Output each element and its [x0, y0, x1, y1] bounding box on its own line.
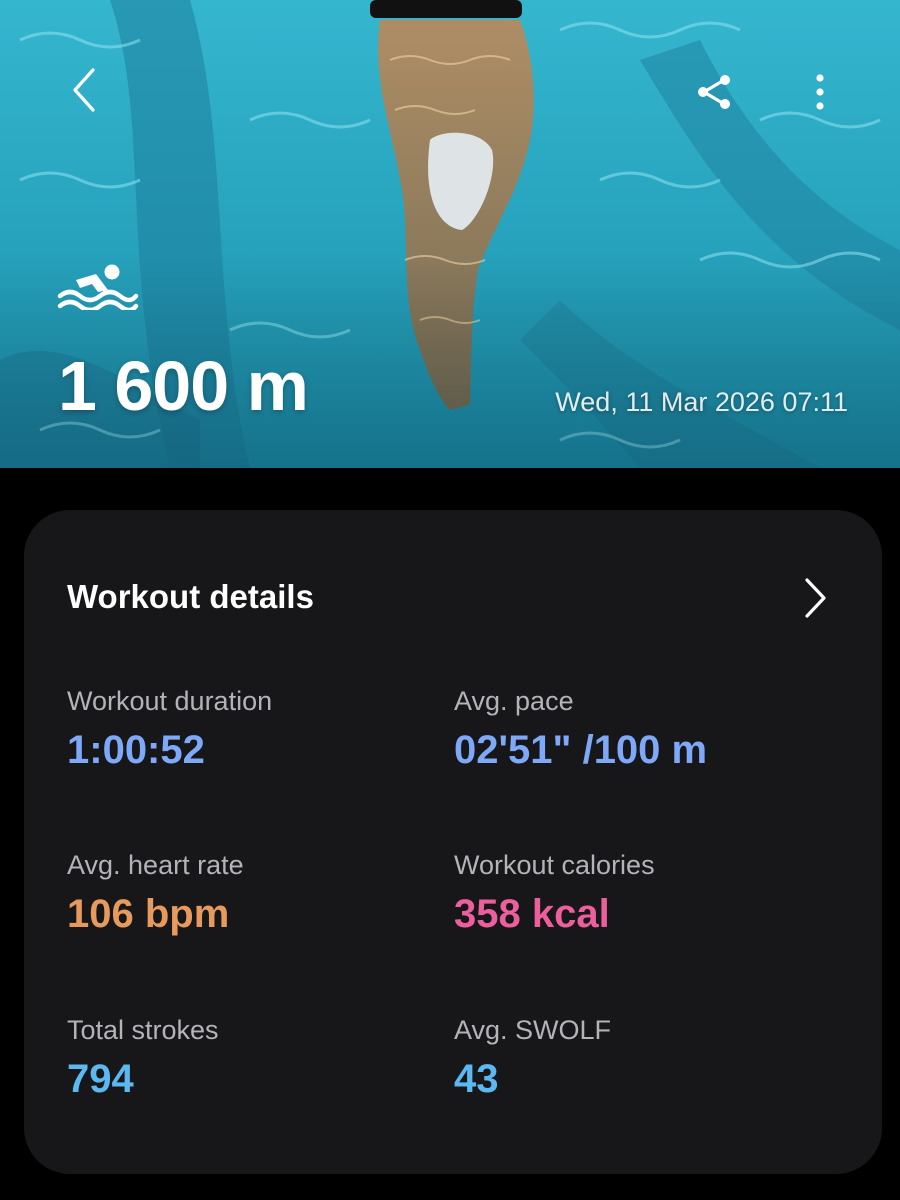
stat-value: 794	[67, 1057, 134, 1101]
stat-avg-swolf: Avg. SWOLF 43	[454, 1013, 834, 1103]
share-icon	[698, 75, 730, 109]
workout-details-header[interactable]: Workout details	[24, 562, 882, 632]
stat-label: Workout calories	[454, 850, 655, 880]
card-title: Workout details	[67, 578, 314, 615]
back-button[interactable]	[58, 62, 110, 118]
stat-label: Avg. heart rate	[67, 850, 244, 880]
stat-workout-calories: Workout calories 358 kcal	[454, 848, 834, 938]
bottom-system-area	[0, 1178, 900, 1200]
stat-label: Avg. SWOLF	[454, 1015, 612, 1045]
more-options-button[interactable]	[800, 66, 840, 118]
stat-total-strokes: Total strokes 794	[67, 1013, 447, 1103]
stat-label: Avg. pace	[454, 686, 574, 716]
stat-value: 1:00:52	[67, 728, 205, 772]
stat-value: 106 bpm	[67, 892, 230, 936]
stat-avg-pace: Avg. pace 02'51" /100 m	[454, 684, 834, 774]
stat-avg-heart-rate: Avg. heart rate 106 bpm	[67, 848, 447, 938]
chevron-right-icon	[805, 578, 826, 618]
hero-photo: 1 600 m Wed, 11 Mar 2026 07:11	[0, 0, 900, 468]
chevron-left-icon	[73, 68, 95, 112]
stat-value: 43	[454, 1057, 499, 1101]
stat-value: 02'51" /100 m	[454, 728, 708, 772]
more-vertical-icon	[816, 74, 824, 110]
stat-value: 358 kcal	[454, 892, 610, 936]
workout-datetime: Wed, 11 Mar 2026 07:11	[555, 387, 848, 417]
stat-label: Workout duration	[67, 686, 273, 716]
workout-distance: 1 600 m	[58, 347, 309, 425]
share-button[interactable]	[688, 66, 740, 118]
workout-details-card: Workout details Workout duration 1:00:52…	[24, 510, 882, 1174]
stat-label: Total strokes	[67, 1015, 219, 1045]
stat-workout-duration: Workout duration 1:00:52	[67, 684, 447, 774]
swimming-icon	[57, 264, 139, 310]
